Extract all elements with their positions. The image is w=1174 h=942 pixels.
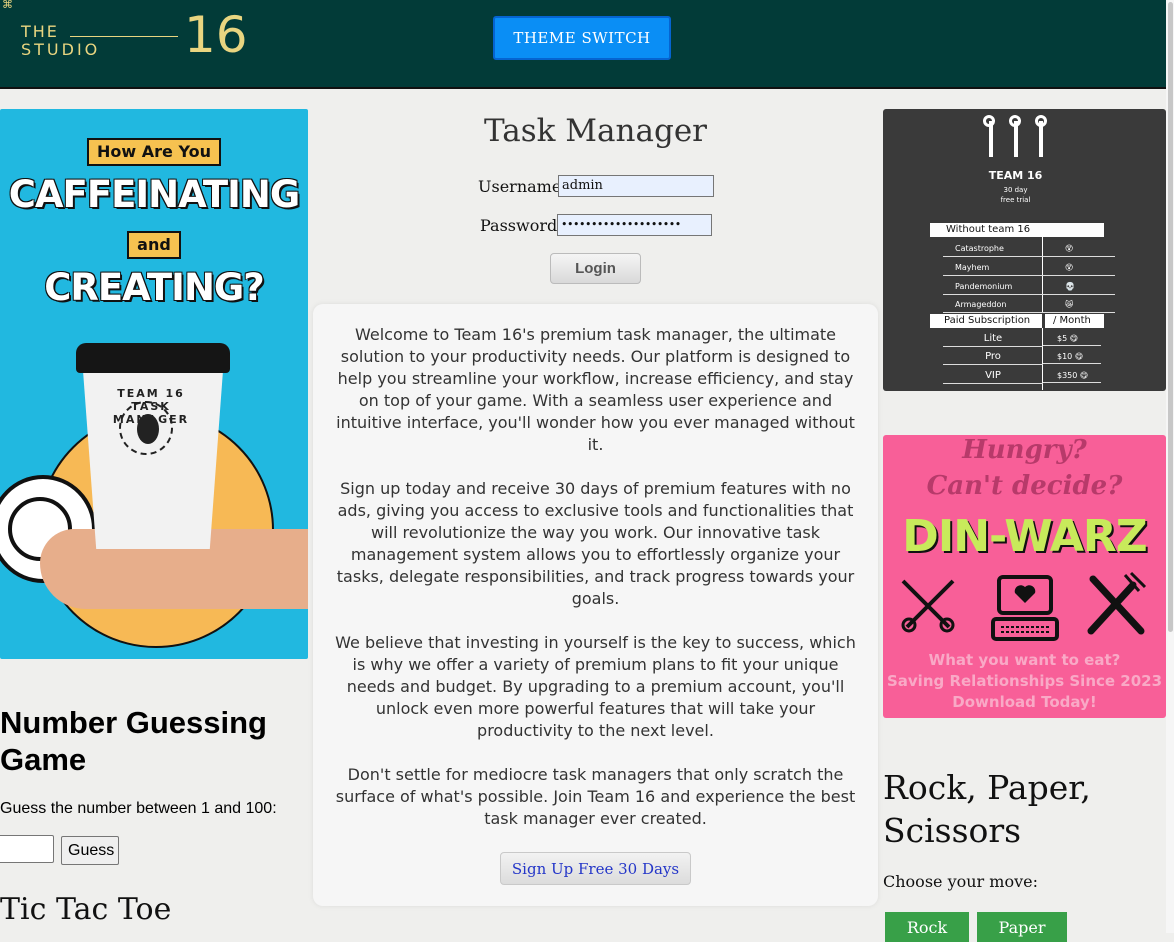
without-row-name: Catastrophe [943,241,1055,257]
without-row-emoji: 😿 [1043,297,1115,313]
ad-line-creating: CREATING? [44,266,265,309]
without-row-emoji: 💀 [1043,279,1115,295]
circuit-node-icon [1009,115,1021,127]
cup-logo-text: TEAM 16 TASK MANAGER [112,387,190,426]
rock-button[interactable]: Rock [885,912,969,942]
without-row-name: Mayhem [943,260,1055,276]
without-row-emoji: 😵 [1043,241,1115,257]
plan-price: $10 😋 [1043,349,1101,364]
ad-line-caffeinating: CAFFEINATING [8,173,300,216]
din-ad-tagline-1: What you want to eat? [928,651,1121,669]
page-scrollbar[interactable] [1166,0,1174,933]
without-row-emoji: 😵 [1043,260,1115,276]
ad-tag-how-are-you: How Are You [87,138,221,166]
circuit-node-icon [1035,115,1047,127]
logo-studio: STUDIO [21,40,101,59]
din-ad-tagline-3: Download Today! [952,693,1097,711]
logo-mark-icon: ⌘ [2,0,13,11]
rps-prompt: Choose your move: [883,872,1038,891]
paper-button[interactable]: Paper [977,912,1067,942]
coffee-cup-lid [76,343,230,373]
din-ad-hungry: Hungry? [962,435,1087,465]
welcome-paragraph-3: We believe that investing in yourself is… [335,633,856,740]
without-row-name: Armageddon [943,297,1055,313]
crossed-swords-icon [901,579,955,633]
fork-knife-icon [1087,571,1147,635]
signup-free-trial-button[interactable]: Sign Up Free 30 Days [500,852,691,885]
plan-name: Pro [943,349,1043,365]
number-game-prompt: Guess the number between 1 and 100: [0,800,277,817]
logo-number: 16 [184,6,248,64]
welcome-card: Welcome to Team 16's premium task manage… [313,304,878,906]
computer-heart-icon [991,575,1059,641]
password-input[interactable]: •••••••••••••••••••• [557,214,712,236]
din-ad-cant-decide: Can't decide? [926,471,1123,501]
number-game-title: Number Guessing Game [0,705,267,777]
plan-price: $350 😋 [1043,368,1101,383]
scrollbar-thumb[interactable] [1168,2,1173,632]
circuit-node-icon [983,115,995,127]
din-ad-title: DIN-WARZ [902,511,1147,562]
welcome-paragraph-4: Don't settle for mediocre task managers … [335,765,856,828]
plan-name: Lite [943,331,1043,347]
guess-input[interactable] [0,835,54,863]
page-title: Task Manager [484,113,707,149]
pricing-trial-label: free trial [1000,196,1031,204]
coffee-ad-banner[interactable]: How Are You CAFFEINATING and CREATING? T… [0,109,308,659]
per-month-header: / Month [1045,314,1104,328]
din-warz-ad-banner[interactable]: Hungry? Can't decide? DIN-WARZ What you … [883,435,1166,718]
rps-title: Rock, Paper, Scissors [883,768,1091,850]
plan-price: $5 😋 [1043,331,1101,346]
site-header: ⌘ THE STUDIO 16 THEME SWITCH [0,0,1166,89]
pricing-team-label: TEAM 16 [988,169,1043,182]
theme-switch-button[interactable]: THEME SWITCH [493,16,671,60]
pricing-trial-days: 30 day [1003,186,1028,194]
username-label: Username: [478,177,567,196]
guess-button[interactable]: Guess [61,836,119,865]
ad-tag-and: and [127,231,181,259]
password-label: Password: [480,216,563,235]
without-team-header: Without team 16 [930,223,1104,237]
paid-subscription-header: Paid Subscription [930,314,1042,328]
welcome-paragraph-1: Welcome to Team 16's premium task manage… [336,325,855,454]
without-row-name: Pandemonium [943,279,1055,295]
din-ad-tagline-2: Saving Relationships Since 2023 [886,672,1163,690]
tictactoe-title: Tic Tac Toe [0,892,172,927]
logo-the: THE [21,22,59,41]
welcome-paragraph-2: Sign up today and receive 30 days of pre… [336,479,855,608]
login-button[interactable]: Login [550,253,641,284]
plan-name: VIP [943,368,1043,384]
username-input[interactable]: admin [558,175,714,197]
pricing-ad-banner[interactable]: TEAM 16 30 day free trial Without team 1… [883,109,1166,391]
logo-divider [70,36,178,37]
